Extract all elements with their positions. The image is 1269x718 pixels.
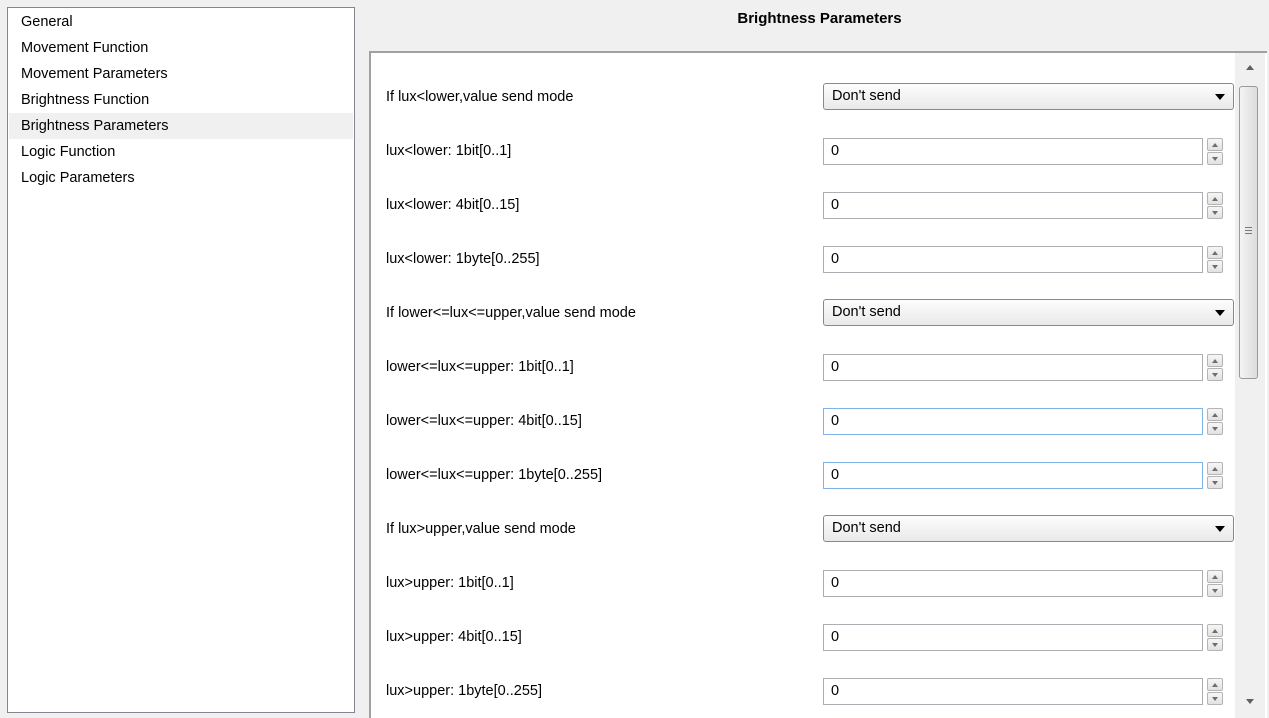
param-row: lux>upper: 1byte[0..255] 0 — [371, 664, 1231, 718]
param-row: If lux<lower,value send mode Don't send — [371, 70, 1234, 124]
spin-up-icon[interactable] — [1207, 462, 1223, 475]
spin-up-icon[interactable] — [1207, 138, 1223, 151]
param-label: lux<lower: 1byte[0..255] — [386, 251, 540, 267]
scrollbar-thumb[interactable] — [1239, 86, 1258, 379]
chevron-down-icon — [1215, 526, 1225, 532]
value-input-upper-4bit[interactable]: 0 — [823, 624, 1203, 651]
nav-item-movement-function[interactable]: Movement Function — [9, 35, 353, 61]
param-label: lower<=lux<=upper: 1byte[0..255] — [386, 467, 603, 483]
parameters-panel: If lux<lower,value send mode Don't send … — [369, 51, 1267, 718]
spin-up-icon[interactable] — [1207, 408, 1223, 421]
input-value: 0 — [831, 359, 840, 375]
spin-down-icon[interactable] — [1207, 422, 1223, 435]
spinner — [1207, 138, 1223, 165]
param-row: If lower<=lux<=upper,value send mode Don… — [371, 286, 1234, 340]
spinner — [1207, 678, 1223, 705]
input-value: 0 — [831, 575, 840, 591]
spin-down-icon[interactable] — [1207, 584, 1223, 597]
param-row: lower<=lux<=upper: 1byte[0..255] 0 — [371, 448, 1231, 502]
spin-up-icon[interactable] — [1207, 354, 1223, 367]
spinner — [1207, 462, 1223, 489]
grip-icon — [1245, 227, 1252, 235]
nav-item-general[interactable]: General — [9, 9, 353, 35]
param-label: If lower<=lux<=upper,value send mode — [386, 305, 636, 321]
param-label: lux>upper: 1bit[0..1] — [386, 575, 514, 591]
spinner — [1207, 192, 1223, 219]
input-value: 0 — [831, 467, 840, 483]
spinner — [1207, 570, 1223, 597]
dropdown-value: Don't send — [832, 304, 901, 320]
input-value: 0 — [831, 413, 840, 429]
input-value: 0 — [831, 683, 840, 699]
scroll-up-icon[interactable] — [1246, 65, 1254, 70]
vertical-scrollbar[interactable] — [1235, 53, 1265, 718]
param-row: lux>upper: 4bit[0..15] 0 — [371, 610, 1231, 664]
input-value: 0 — [831, 629, 840, 645]
spin-up-icon[interactable] — [1207, 570, 1223, 583]
spin-down-icon[interactable] — [1207, 638, 1223, 651]
spin-down-icon[interactable] — [1207, 368, 1223, 381]
spin-down-icon[interactable] — [1207, 260, 1223, 273]
spin-up-icon[interactable] — [1207, 192, 1223, 205]
parameter-tree: General Movement Function Movement Param… — [7, 7, 355, 713]
chevron-down-icon — [1215, 94, 1225, 100]
value-input-lower-1bit[interactable]: 0 — [823, 138, 1203, 165]
value-input-upper-1byte[interactable]: 0 — [823, 678, 1203, 705]
param-row: lux<lower: 4bit[0..15] 0 — [371, 178, 1231, 232]
nav-item-logic-function[interactable]: Logic Function — [9, 139, 353, 165]
value-input-between-1bit[interactable]: 0 — [823, 354, 1203, 381]
param-label: lux>upper: 4bit[0..15] — [386, 629, 522, 645]
spin-up-icon[interactable] — [1207, 624, 1223, 637]
value-input-lower-1byte[interactable]: 0 — [823, 246, 1203, 273]
input-value: 0 — [831, 251, 840, 267]
dropdown-value: Don't send — [832, 520, 901, 536]
send-mode-dropdown-lower[interactable]: Don't send — [823, 83, 1234, 110]
spinner — [1207, 354, 1223, 381]
param-label: If lux>upper,value send mode — [386, 521, 576, 537]
param-row: lux<lower: 1byte[0..255] 0 — [371, 232, 1231, 286]
param-row: lux>upper: 1bit[0..1] 0 — [371, 556, 1231, 610]
nav-item-brightness-parameters[interactable]: Brightness Parameters — [9, 113, 353, 139]
dropdown-value: Don't send — [832, 88, 901, 104]
param-label: lux<lower: 1bit[0..1] — [386, 143, 512, 159]
chevron-down-icon — [1215, 310, 1225, 316]
param-row: lower<=lux<=upper: 1bit[0..1] 0 — [371, 340, 1231, 394]
spin-up-icon[interactable] — [1207, 678, 1223, 691]
param-label: lower<=lux<=upper: 1bit[0..1] — [386, 359, 574, 375]
spinner — [1207, 246, 1223, 273]
param-row: lux<lower: 1bit[0..1] 0 — [371, 124, 1231, 178]
spin-down-icon[interactable] — [1207, 206, 1223, 219]
page-title: Brightness Parameters — [737, 10, 902, 27]
input-value: 0 — [831, 197, 840, 213]
spin-down-icon[interactable] — [1207, 152, 1223, 165]
value-input-lower-4bit[interactable]: 0 — [823, 192, 1203, 219]
param-row: lower<=lux<=upper: 4bit[0..15] 0 — [371, 394, 1231, 448]
param-label: If lux<lower,value send mode — [386, 89, 574, 105]
spinner — [1207, 624, 1223, 651]
spin-up-icon[interactable] — [1207, 246, 1223, 259]
nav-item-logic-parameters[interactable]: Logic Parameters — [9, 165, 353, 191]
spin-down-icon[interactable] — [1207, 692, 1223, 705]
param-label: lux<lower: 4bit[0..15] — [386, 197, 520, 213]
param-row: If lux>upper,value send mode Don't send — [371, 502, 1234, 556]
send-mode-dropdown-upper[interactable]: Don't send — [823, 515, 1234, 542]
spin-down-icon[interactable] — [1207, 476, 1223, 489]
param-label: lower<=lux<=upper: 4bit[0..15] — [386, 413, 582, 429]
nav-item-movement-parameters[interactable]: Movement Parameters — [9, 61, 353, 87]
value-input-between-1byte[interactable]: 0 — [823, 462, 1203, 489]
nav-item-brightness-function[interactable]: Brightness Function — [9, 87, 353, 113]
scroll-down-icon[interactable] — [1246, 699, 1254, 704]
spinner — [1207, 408, 1223, 435]
send-mode-dropdown-between[interactable]: Don't send — [823, 299, 1234, 326]
param-label: lux>upper: 1byte[0..255] — [386, 683, 542, 699]
input-value: 0 — [831, 143, 840, 159]
value-input-between-4bit[interactable]: 0 — [823, 408, 1203, 435]
value-input-upper-1bit[interactable]: 0 — [823, 570, 1203, 597]
